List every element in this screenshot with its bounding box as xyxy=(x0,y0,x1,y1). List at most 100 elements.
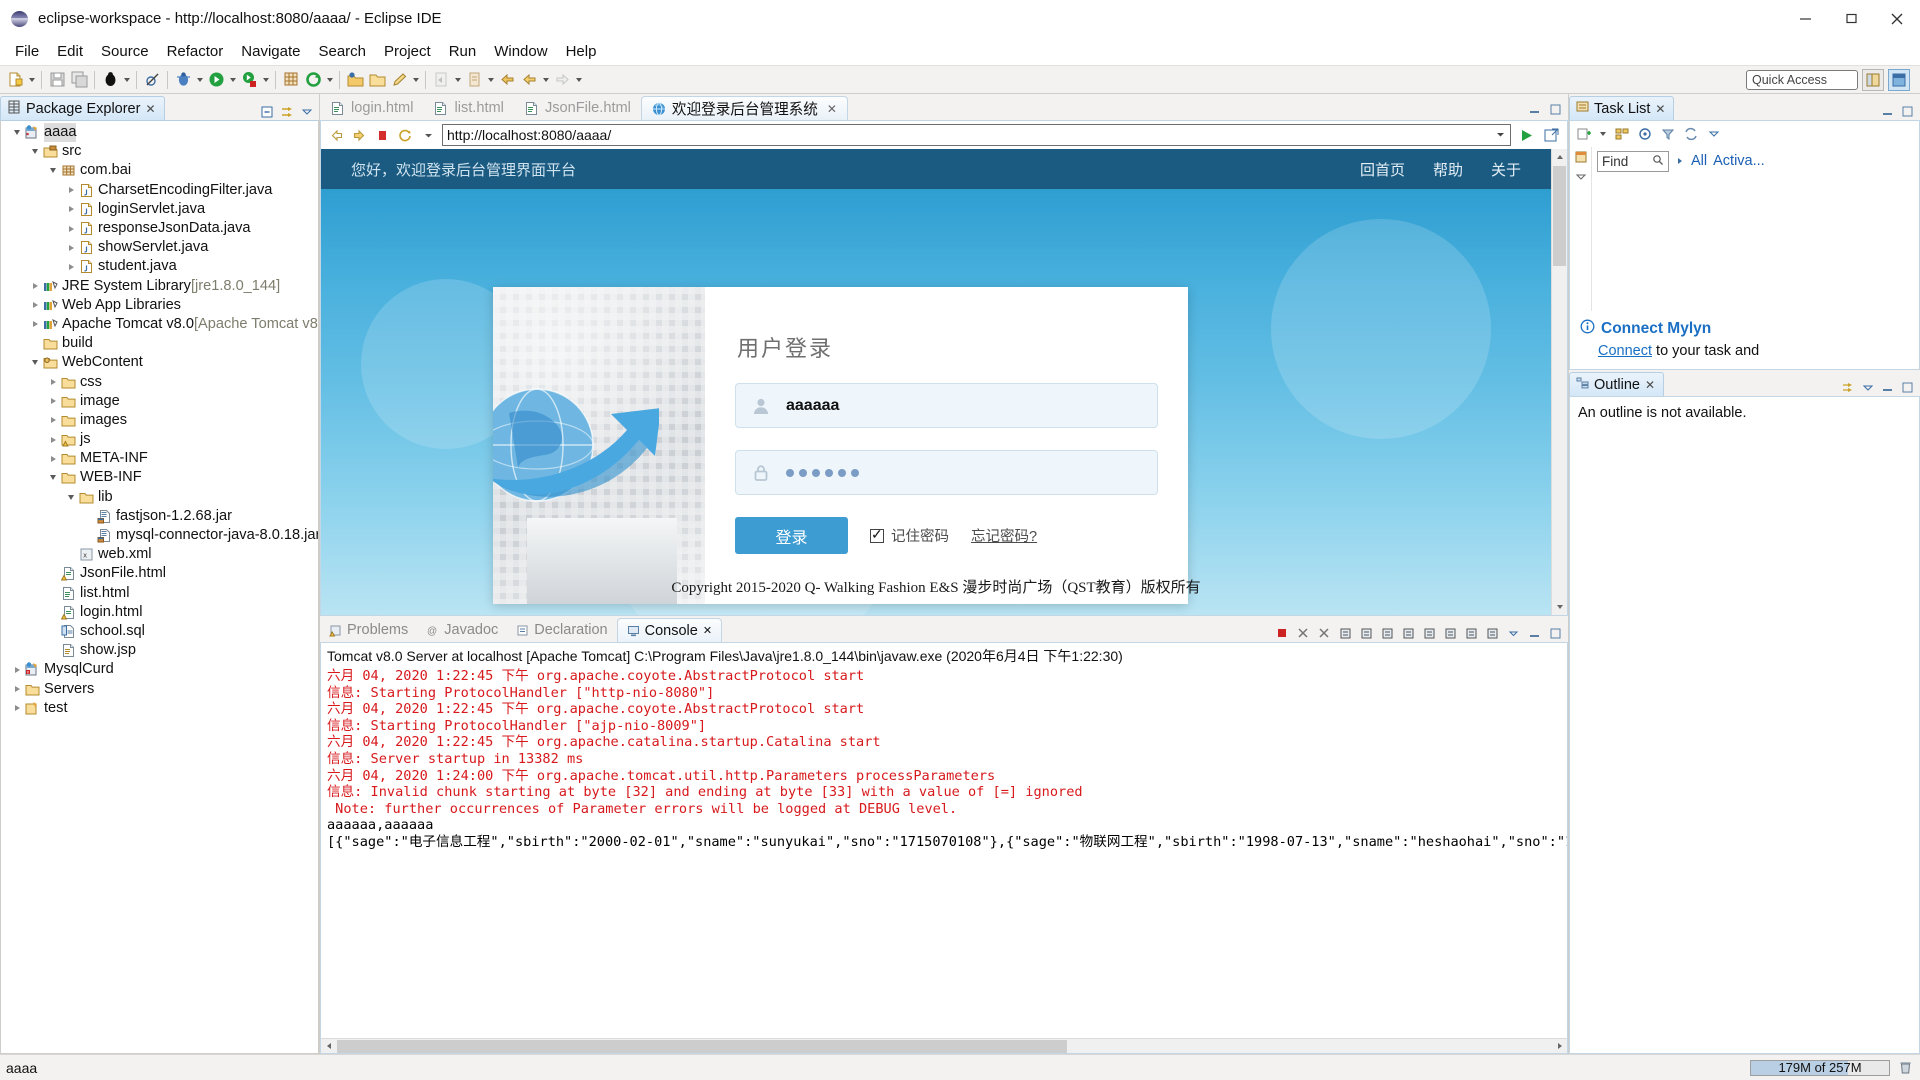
chevron-right-icon[interactable] xyxy=(47,452,59,466)
open-package-icon[interactable] xyxy=(344,69,366,91)
tab-task-list[interactable]: Task List ✕ xyxy=(1569,96,1674,120)
refresh-dropdown-icon[interactable] xyxy=(324,69,335,91)
tree-item-test[interactable]: test xyxy=(1,699,318,718)
console-body[interactable]: Tomcat v8.0 Server at localhost [Apache … xyxy=(320,642,1568,1054)
forward-icon[interactable] xyxy=(551,69,573,91)
new-wizard-dropdown-icon[interactable] xyxy=(26,69,37,91)
chevron-down-icon[interactable] xyxy=(65,490,77,504)
menu-help[interactable]: Help xyxy=(557,40,606,63)
debug-as-icon[interactable] xyxy=(172,69,194,91)
new-console-view-icon[interactable] xyxy=(1378,624,1396,642)
url-dropdown-icon[interactable] xyxy=(1495,127,1506,143)
menu-source[interactable]: Source xyxy=(92,40,158,63)
chevron-right-icon[interactable] xyxy=(65,183,77,197)
nav-link-home[interactable]: 回首页 xyxy=(1360,159,1405,180)
menu-refactor[interactable]: Refactor xyxy=(158,40,233,63)
edit-icon[interactable] xyxy=(388,69,410,91)
tab-package-explorer[interactable]: Package Explorer ✕ xyxy=(0,96,165,120)
quick-access-input[interactable]: Quick Access xyxy=(1746,70,1858,90)
chevron-right-icon[interactable] xyxy=(47,375,59,389)
maximize-icon[interactable] xyxy=(1546,624,1564,642)
refresh-icon[interactable] xyxy=(396,126,414,144)
chevron-right-icon[interactable] xyxy=(11,663,23,677)
minimize-icon[interactable] xyxy=(1782,0,1828,38)
chevron-right-icon[interactable] xyxy=(47,394,59,408)
task-repository-icon[interactable] xyxy=(1570,147,1591,167)
chevron-down-icon[interactable] xyxy=(29,145,41,159)
previous-annotation-icon[interactable] xyxy=(463,69,485,91)
previous-annotation-dropdown-icon[interactable] xyxy=(485,69,496,91)
save-icon[interactable] xyxy=(46,69,68,91)
remember-password-checkbox[interactable]: 记住密码 xyxy=(870,525,949,546)
menu-window[interactable]: Window xyxy=(485,40,556,63)
clear-icon[interactable] xyxy=(1441,624,1459,642)
new-class-icon[interactable] xyxy=(280,69,302,91)
run-coverage-dropdown-icon[interactable] xyxy=(260,69,271,91)
maximize-icon[interactable] xyxy=(1899,379,1916,396)
editor-tab-4[interactable]: 欢迎登录后台管理系统✕ xyxy=(641,96,848,120)
tree-item-school-sql[interactable]: school.sql xyxy=(1,622,318,641)
link-with-editor-icon[interactable] xyxy=(278,103,295,120)
collapse-all-icon[interactable] xyxy=(258,103,275,120)
heap-monitor[interactable]: 179M of 257M xyxy=(1750,1059,1914,1077)
link-icon[interactable] xyxy=(1839,379,1856,396)
url-input[interactable]: http://localhost:8080/aaaa/ xyxy=(442,124,1511,146)
remove-launch-icon[interactable] xyxy=(1294,624,1312,642)
scroll-down-icon[interactable] xyxy=(1552,599,1567,615)
run-as-icon[interactable] xyxy=(205,69,227,91)
debug-as-dropdown-icon[interactable] xyxy=(194,69,205,91)
chevron-down-icon[interactable] xyxy=(11,126,23,140)
project-tree[interactable]: aaaasrccom.baiCharsetEncodingFilter.java… xyxy=(1,121,318,718)
chevron-right-icon[interactable] xyxy=(11,701,23,715)
tree-item-webcontent[interactable]: WebContent xyxy=(1,353,318,372)
close-icon[interactable]: ✕ xyxy=(703,624,712,637)
save-all-icon[interactable] xyxy=(68,69,90,91)
tree-item-jre-system-library[interactable]: JRE System Library [jre1.8.0_144] xyxy=(1,277,318,296)
page-vertical-scrollbar[interactable] xyxy=(1551,149,1567,615)
tree-item-fastjson-1-2-68-jar[interactable]: fastjson-1.2.68.jar xyxy=(1,507,318,526)
step-dropdown-icon[interactable] xyxy=(452,69,463,91)
chevron-right-icon[interactable] xyxy=(47,433,59,447)
edit-dropdown-icon[interactable] xyxy=(410,69,421,91)
tree-item-loginservlet-java[interactable]: loginServlet.java xyxy=(1,200,318,219)
go-icon[interactable] xyxy=(1516,125,1536,145)
tree-item-student-java[interactable]: student.java xyxy=(1,257,318,276)
new-task-icon[interactable] xyxy=(1574,125,1593,144)
open-perspective-button[interactable] xyxy=(1862,69,1884,91)
minimize-icon[interactable] xyxy=(1525,624,1543,642)
tree-item-list-html[interactable]: list.html xyxy=(1,584,318,603)
menu-edit[interactable]: Edit xyxy=(48,40,92,63)
minimize-icon[interactable] xyxy=(1879,103,1896,120)
menu-run[interactable]: Run xyxy=(440,40,486,63)
open-folder-icon[interactable] xyxy=(366,69,388,91)
tree-item-mysql-connector-java-8-0-18-jar[interactable]: mysql-connector-java-8.0.18.jar xyxy=(1,526,318,545)
display-console-icon[interactable] xyxy=(1483,624,1501,642)
tree-item-web-xml[interactable]: xweb.xml xyxy=(1,545,318,564)
nav-link-help[interactable]: 帮助 xyxy=(1433,159,1463,180)
tree-item-mysqlcurd[interactable]: xMysqlCurd xyxy=(1,660,318,679)
login-button[interactable]: 登录 xyxy=(735,517,848,554)
chevron-right-icon[interactable] xyxy=(65,260,77,274)
menu-project[interactable]: Project xyxy=(375,40,440,63)
menu-navigate[interactable]: Navigate xyxy=(232,40,309,63)
tab-outline[interactable]: Outline ✕ xyxy=(1569,372,1664,396)
editor-tab-2[interactable]: list.html xyxy=(423,96,513,120)
chevron-right-icon[interactable] xyxy=(29,279,41,293)
synchronize-icon[interactable] xyxy=(1681,125,1700,144)
tree-item-jsonfile-html[interactable]: JsonFile.html xyxy=(1,564,318,583)
new-wizard-icon[interactable] xyxy=(4,69,26,91)
tree-item-login-html[interactable]: login.html xyxy=(1,603,318,622)
nav-link-about[interactable]: 关于 xyxy=(1491,159,1521,180)
stop-icon[interactable] xyxy=(373,126,391,144)
editor-tab-1[interactable]: login.html xyxy=(320,96,423,120)
step-icon[interactable] xyxy=(430,69,452,91)
console-horizontal-scrollbar[interactable] xyxy=(321,1038,1567,1053)
find-input[interactable]: Find xyxy=(1597,151,1669,172)
forward-dropdown-icon[interactable] xyxy=(573,69,584,91)
scope-all-link[interactable]: All xyxy=(1691,153,1707,169)
minimize-icon[interactable] xyxy=(1879,379,1896,396)
console-tab-console[interactable]: Console✕ xyxy=(617,618,722,642)
tree-item-css[interactable]: css xyxy=(1,372,318,391)
view-menu-icon[interactable] xyxy=(1504,624,1522,642)
open-console-icon[interactable] xyxy=(1462,624,1480,642)
